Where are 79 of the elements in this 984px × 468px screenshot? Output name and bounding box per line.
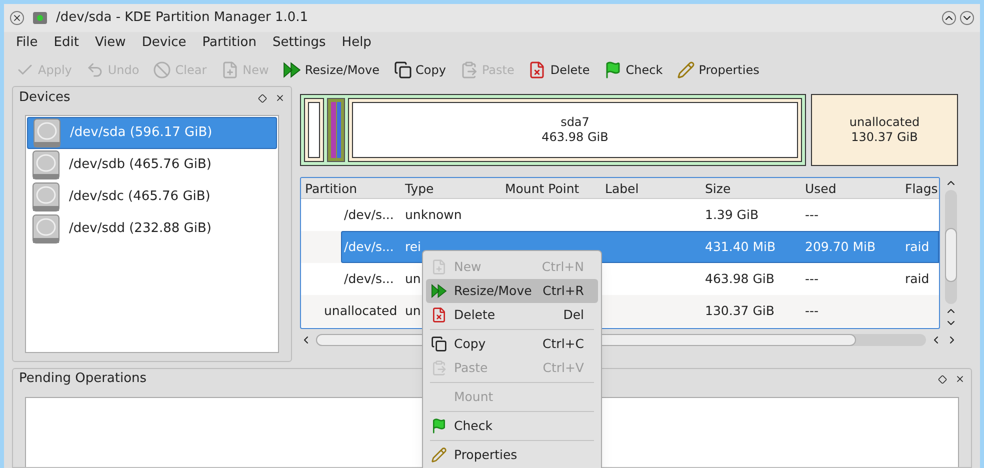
fast-forward-icon — [431, 283, 447, 299]
clear-icon — [153, 61, 172, 79]
paste-icon — [431, 360, 447, 376]
close-icon[interactable] — [275, 93, 285, 103]
pencil-icon — [676, 61, 695, 79]
partition-size: 463.98 GiB — [542, 130, 608, 145]
table-cell-text: --- — [805, 206, 819, 224]
menu-item[interactable]: Help — [342, 33, 372, 53]
table-cell-text: un — [405, 302, 421, 320]
file-delete-icon — [431, 307, 447, 323]
menu-item[interactable]: Properties — [426, 443, 598, 467]
small-partition-segment[interactable] — [304, 98, 324, 162]
flag-icon — [431, 418, 447, 434]
menu-item[interactable]: Partition — [202, 33, 256, 53]
minimize-icon[interactable] — [942, 11, 956, 25]
table-cell-text: /dev/s... — [344, 238, 394, 256]
panel-title: Devices — [19, 89, 70, 108]
file-plus-icon — [431, 259, 447, 275]
table-cell-text: un — [405, 270, 421, 288]
toolbar-button[interactable]: Delete — [528, 61, 590, 79]
scroll-thumb[interactable] — [945, 228, 957, 282]
table-cell-text: 431.40 MiB — [705, 238, 776, 256]
table-cell-text: rei — [405, 238, 422, 256]
unallocated-segment[interactable]: unallocated 130.37 GiB — [811, 94, 958, 166]
table-cell-text: raid — [905, 238, 930, 256]
close-icon[interactable] — [10, 11, 24, 25]
disk-list-entry[interactable]: /dev/sdc (465.76 GiB) — [27, 181, 277, 213]
menu-item[interactable]: Resize/Move Ctrl+R — [426, 279, 598, 303]
undo-icon — [86, 61, 104, 79]
toolbar-button[interactable]: Copy — [394, 61, 446, 79]
partition-size: 130.37 GiB — [851, 130, 918, 145]
file-delete-icon — [528, 61, 546, 79]
menu-item[interactable]: Settings — [272, 33, 326, 53]
column-header[interactable]: Size — [701, 178, 801, 198]
menu-item[interactable]: Edit — [54, 33, 79, 53]
menu-item[interactable]: Check — [426, 414, 598, 438]
table-cell-text: 1.39 GiB — [705, 206, 759, 224]
column-header[interactable]: Flags — [901, 178, 939, 198]
table-cell-text: unknown — [405, 206, 462, 224]
menu-item[interactable]: Copy Ctrl+C — [426, 332, 598, 356]
table-cell-text: 130.37 GiB — [705, 302, 774, 320]
table-cell-text: --- — [805, 270, 819, 288]
toolbar-button[interactable]: Check — [604, 61, 663, 79]
copy-icon — [394, 61, 412, 79]
close-icon[interactable] — [955, 374, 965, 384]
fast-forward-icon — [282, 61, 301, 79]
disk-list-entry[interactable]: /dev/sdd (232.88 GiB) — [27, 213, 277, 245]
maximize-icon[interactable] — [960, 11, 974, 25]
window-title: /dev/sda - KDE Partition Manager 1.0.1 — [56, 9, 308, 28]
panel-title: Pending Operations — [19, 370, 147, 388]
column-header[interactable]: Label — [601, 178, 701, 198]
toolbar-button[interactable]: Resize/Move — [282, 61, 380, 79]
table-cell-text: --- — [805, 302, 819, 320]
menu-item[interactable]: Device — [142, 33, 186, 53]
float-icon[interactable] — [258, 94, 267, 102]
menu-item[interactable]: View — [94, 33, 126, 53]
menu-item[interactable]: File — [16, 33, 38, 53]
menu-item[interactable]: Delete Del — [426, 303, 598, 327]
table-cell-text: raid — [905, 270, 930, 288]
partition-name: sda7 — [560, 115, 590, 130]
column-header[interactable]: Mount Point — [501, 178, 601, 198]
flag-icon — [604, 61, 622, 79]
table-cell-text: /dev/s... — [344, 270, 394, 288]
partition-name: unallocated — [849, 115, 920, 130]
disk-list-entry[interactable]: /dev/sdb (465.76 GiB) — [27, 149, 277, 181]
paste-icon — [460, 61, 478, 79]
pencil-icon — [431, 447, 447, 463]
table-cell-text: 463.98 GiB — [705, 270, 774, 288]
table-cell-text: /dev/s... — [344, 206, 394, 224]
partition-segment[interactable]: sda7 463.98 GiB — [348, 98, 802, 162]
float-icon[interactable] — [938, 374, 947, 384]
table-cell-text: 209.70 MiB — [805, 238, 876, 256]
column-header[interactable]: Type — [401, 178, 501, 198]
column-header[interactable]: Used — [801, 178, 901, 198]
column-header[interactable]: Partition — [301, 178, 401, 198]
toolbar-button[interactable]: Properties — [676, 61, 760, 79]
table-cell-text: unallocated — [324, 302, 398, 320]
copy-icon — [431, 336, 447, 352]
file-plus-icon — [220, 61, 239, 79]
